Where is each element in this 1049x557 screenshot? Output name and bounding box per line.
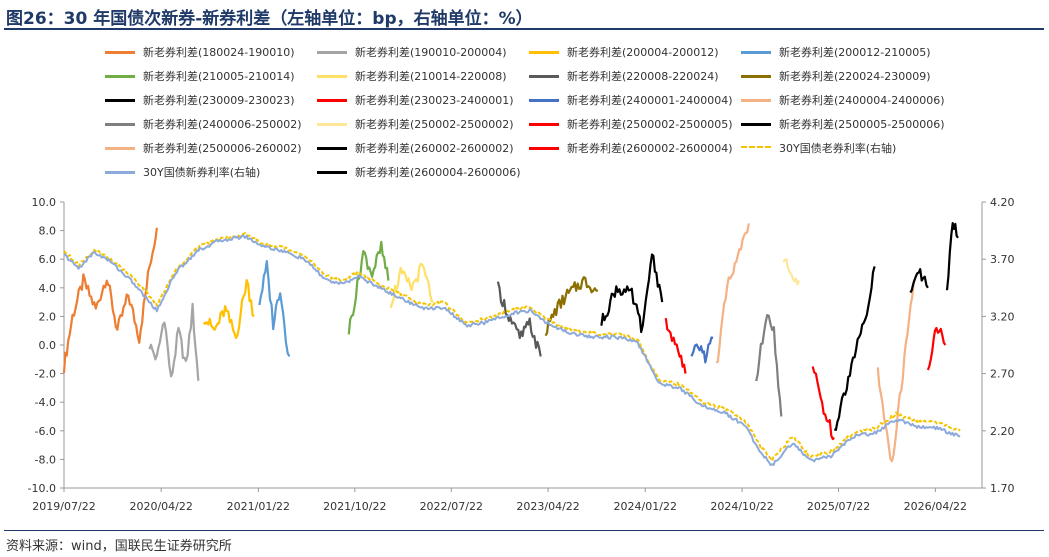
source-divider xyxy=(4,530,1044,531)
series-line xyxy=(690,336,714,364)
series-line xyxy=(755,314,783,417)
x-tick-label: 2020/04/22 xyxy=(129,500,192,513)
source-note: 资料来源：wind，国联民生证券研究所 xyxy=(6,539,232,554)
series-line xyxy=(876,280,915,463)
series-line xyxy=(664,317,687,374)
series-line xyxy=(389,262,434,309)
x-tick-label: 2023/04/22 xyxy=(516,500,579,513)
series-line xyxy=(833,266,876,431)
y-left-tick-label: 0.0 xyxy=(39,339,57,352)
x-tick-label: 2019/07/22 xyxy=(32,500,95,513)
series-line xyxy=(496,281,542,357)
series-line xyxy=(811,366,835,441)
series-line xyxy=(258,260,291,357)
y-left-tick-label: 8.0 xyxy=(39,225,57,238)
series-line xyxy=(715,223,750,364)
y-left-tick-label: -6.0 xyxy=(35,425,56,438)
series-line xyxy=(945,222,959,291)
y-left-tick-label: 6.0 xyxy=(39,253,57,266)
y-right-tick-label: 2.20 xyxy=(990,425,1015,438)
y-left-tick-label: 4.0 xyxy=(39,282,57,295)
y-left-tick-label: -2.0 xyxy=(35,368,56,381)
chart-plot: 10.0 8.0 6.0 4.0 2.0 0.0 -2.0 -4.0 -6.0 -8.0 -10.0… xyxy=(28,196,1015,513)
y-left-tick-label: 2.0 xyxy=(39,310,57,323)
x-tick-label: 2024/01/22 xyxy=(614,500,677,513)
y-right-tick-label: 3.70 xyxy=(990,253,1015,266)
y-right-tick-label: 4.20 xyxy=(990,196,1015,209)
y-left-tick-label: -4.0 xyxy=(35,396,56,409)
x-tick-label: 2026/04/22 xyxy=(904,500,967,513)
x-tick-label: 2021/01/22 xyxy=(227,500,290,513)
y-left-tick-label: -8.0 xyxy=(35,453,56,466)
y-left-tick-label: -10.0 xyxy=(28,482,56,495)
series-line xyxy=(926,326,947,371)
series-line xyxy=(600,253,664,334)
x-tick-label: 2021/10/22 xyxy=(323,500,386,513)
series-line xyxy=(62,227,158,373)
x-tick-label: 2022/07/22 xyxy=(420,500,483,513)
y-right-tick-label: 2.70 xyxy=(990,368,1015,381)
y-left-tick-label: 10.0 xyxy=(32,196,57,209)
series-line xyxy=(148,302,200,381)
x-tick-label: 2024/10/22 xyxy=(710,500,773,513)
y-right-tick-label: 3.20 xyxy=(990,310,1015,323)
y-right-tick-label: 1.70 xyxy=(990,482,1015,495)
series-line xyxy=(63,234,961,466)
series-line xyxy=(202,279,255,339)
series-line xyxy=(782,258,801,286)
series-line xyxy=(63,232,961,462)
x-tick-label: 2025/07/22 xyxy=(807,500,870,513)
